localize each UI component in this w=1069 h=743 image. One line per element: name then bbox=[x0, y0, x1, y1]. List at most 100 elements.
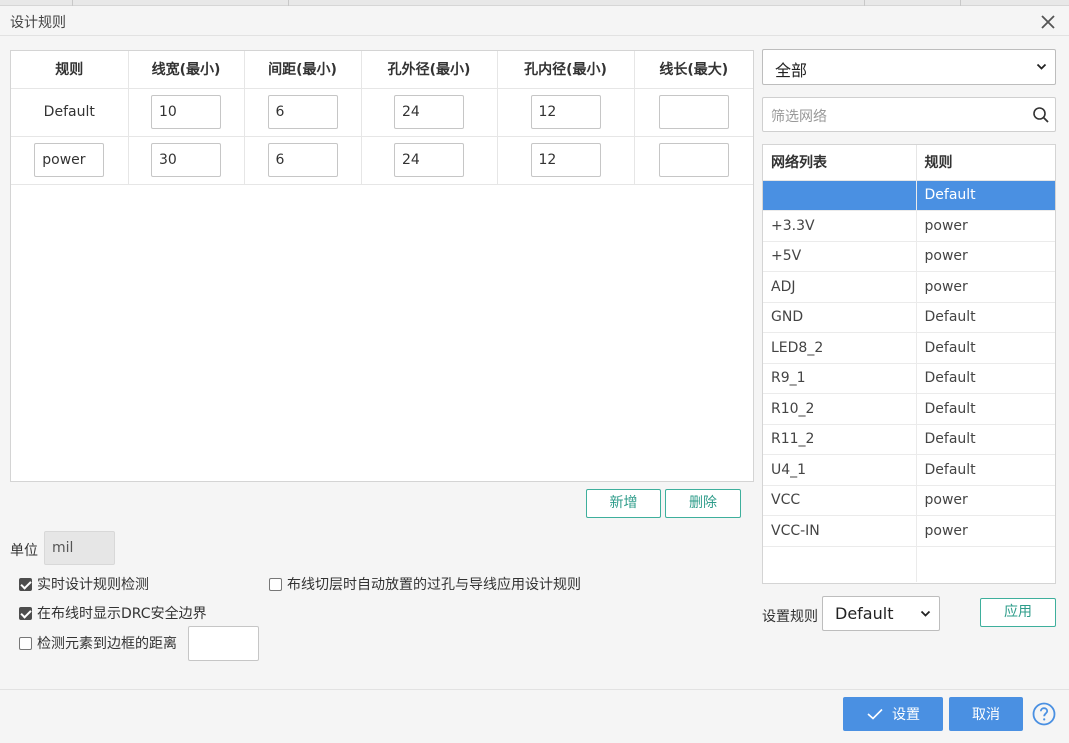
check-board-distance-label: 检测元素到边框的距离 bbox=[37, 636, 177, 652]
net-name: VCC bbox=[763, 485, 917, 516]
table-row[interactable]: +5V power bbox=[763, 241, 1055, 272]
rule-row-default: Default bbox=[11, 88, 753, 137]
net-name: ADJ bbox=[763, 271, 917, 303]
show-drc-boundary-label: 在布线时显示DRC安全边界 bbox=[37, 606, 207, 622]
dialog-titlebar: 设计规则 bbox=[0, 6, 1069, 36]
net-name: VCC-IN bbox=[763, 515, 917, 547]
col-header-net-rule: 规则 bbox=[916, 145, 1055, 181]
net-rule: Default bbox=[916, 363, 1055, 394]
rules-table-panel: 规则 线宽(最小) 间距(最小) 孔外径(最小) 孔内径(最小) 线长(最大) … bbox=[10, 50, 754, 482]
net-rule: Default bbox=[916, 302, 1055, 333]
checkbox-unchecked-icon[interactable] bbox=[269, 577, 282, 591]
net-rule: power bbox=[916, 241, 1055, 272]
via-drill-input[interactable] bbox=[530, 95, 601, 129]
footer-divider bbox=[0, 689, 1069, 690]
realtime-drc-checkbox[interactable]: 实时设计规则检测 bbox=[19, 574, 149, 594]
net-list-panel: 网络列表 规则 Default +3.3V power +5V power ADJ p… bbox=[762, 144, 1056, 584]
chevron-down-icon bbox=[1036, 63, 1047, 70]
rules-table: 规则 线宽(最小) 间距(最小) 孔外径(最小) 孔内径(最小) 线长(最大) … bbox=[11, 51, 753, 185]
net-name: R11_2 bbox=[763, 424, 917, 455]
cancel-button[interactable]: 取消 bbox=[949, 697, 1023, 731]
rule-row-power bbox=[11, 136, 753, 185]
net-name: R10_2 bbox=[763, 393, 917, 425]
net-rule: Default bbox=[916, 180, 1055, 211]
table-row[interactable]: R11_2 Default bbox=[763, 424, 1055, 455]
net-rule: Default bbox=[916, 454, 1055, 486]
auto-via-rule-checkbox[interactable]: 布线切层时自动放置的过孔与导线应用设计规则 bbox=[269, 574, 581, 594]
table-row[interactable]: R10_2 Default bbox=[763, 393, 1055, 425]
net-scope-select[interactable]: 全部 bbox=[762, 49, 1056, 85]
board-distance-input[interactable] bbox=[188, 626, 259, 661]
confirm-button-label: 设置 bbox=[892, 707, 920, 723]
realtime-drc-label: 实时设计规则检测 bbox=[37, 577, 149, 593]
unit-field: mil bbox=[44, 531, 115, 565]
net-rule: Default bbox=[916, 393, 1055, 425]
net-name: +3.3V bbox=[763, 210, 917, 242]
net-filter-input[interactable]: 筛选网络 bbox=[762, 97, 1056, 132]
col-header-net: 网络列表 bbox=[763, 145, 917, 181]
design-rules-dialog: 设计规则 规则 线宽(最小) 间距(最小) 孔外径(最小) 孔内径(最小) 线长… bbox=[0, 6, 1069, 743]
col-header-track-width: 线宽(最小) bbox=[128, 51, 245, 89]
via-drill-input[interactable] bbox=[530, 143, 601, 177]
check-icon bbox=[867, 708, 883, 720]
net-name: LED8_2 bbox=[763, 332, 917, 364]
col-header-rule: 规则 bbox=[11, 51, 129, 89]
track-width-input[interactable] bbox=[151, 95, 221, 129]
net-scope-value: 全部 bbox=[775, 61, 808, 80]
table-row[interactable]: VCC-IN power bbox=[763, 515, 1055, 547]
clearance-input[interactable] bbox=[267, 143, 338, 177]
table-row[interactable]: LED8_2 Default bbox=[763, 332, 1055, 364]
net-name: U4_1 bbox=[763, 454, 917, 486]
net-rule: Default bbox=[916, 424, 1055, 455]
net-rule: power bbox=[916, 271, 1055, 303]
confirm-button[interactable]: 设置 bbox=[843, 697, 943, 731]
track-length-input[interactable] bbox=[658, 143, 729, 177]
net-list-table: 网络列表 规则 Default +3.3V power +5V power ADJ p… bbox=[763, 145, 1055, 582]
net-name: GND bbox=[763, 302, 917, 333]
help-icon[interactable] bbox=[1032, 702, 1056, 726]
table-row[interactable]: Default bbox=[763, 180, 1055, 211]
table-row[interactable]: R9_1 Default bbox=[763, 363, 1055, 394]
net-rule: power bbox=[916, 485, 1055, 516]
set-rule-label: 设置规则 bbox=[762, 609, 818, 625]
show-drc-boundary-checkbox[interactable]: 在布线时显示DRC安全边界 bbox=[19, 603, 207, 623]
delete-rule-button[interactable]: 删除 bbox=[665, 489, 741, 518]
via-diameter-input[interactable] bbox=[394, 143, 464, 177]
check-board-distance-checkbox[interactable]: 检测元素到边框的距离 bbox=[19, 633, 177, 653]
col-header-via-drill: 孔内径(最小) bbox=[497, 51, 635, 89]
search-icon[interactable] bbox=[1031, 105, 1051, 125]
net-name: R9_1 bbox=[763, 363, 917, 394]
net-rule: power bbox=[916, 515, 1055, 547]
net-rule: power bbox=[916, 210, 1055, 242]
table-filler-row bbox=[763, 546, 1055, 582]
table-row[interactable]: VCC power bbox=[763, 485, 1055, 516]
set-rule-value: Default bbox=[835, 604, 894, 623]
col-header-clearance: 间距(最小) bbox=[244, 51, 362, 89]
add-rule-button[interactable]: 新增 bbox=[586, 489, 661, 518]
col-header-via-diameter: 孔外径(最小) bbox=[361, 51, 498, 89]
track-width-input[interactable] bbox=[151, 143, 221, 177]
net-rule: Default bbox=[916, 332, 1055, 364]
via-diameter-input[interactable] bbox=[394, 95, 464, 129]
apply-rule-button[interactable]: 应用 bbox=[980, 598, 1056, 627]
track-length-input[interactable] bbox=[658, 95, 729, 129]
net-list-header-row: 网络列表 规则 bbox=[763, 145, 1055, 181]
auto-via-rule-label: 布线切层时自动放置的过孔与导线应用设计规则 bbox=[287, 577, 581, 593]
checkbox-checked-icon[interactable] bbox=[19, 606, 32, 620]
checkbox-unchecked-icon[interactable] bbox=[19, 636, 32, 650]
net-name bbox=[763, 180, 917, 211]
chevron-down-icon bbox=[920, 610, 931, 617]
net-name: +5V bbox=[763, 241, 917, 272]
table-row[interactable]: GND Default bbox=[763, 302, 1055, 333]
col-header-track-length: 线长(最大) bbox=[634, 51, 753, 89]
table-row[interactable]: +3.3V power bbox=[763, 210, 1055, 242]
net-filter-placeholder: 筛选网络 bbox=[771, 109, 827, 125]
set-rule-select[interactable]: Default bbox=[822, 596, 940, 631]
checkbox-checked-icon[interactable] bbox=[19, 577, 32, 591]
clearance-input[interactable] bbox=[267, 95, 338, 129]
table-row[interactable]: U4_1 Default bbox=[763, 454, 1055, 486]
rule-name-input[interactable] bbox=[34, 143, 105, 177]
table-row[interactable]: ADJ power bbox=[763, 271, 1055, 303]
unit-label: 单位 bbox=[10, 543, 38, 559]
close-icon[interactable] bbox=[1037, 11, 1059, 33]
